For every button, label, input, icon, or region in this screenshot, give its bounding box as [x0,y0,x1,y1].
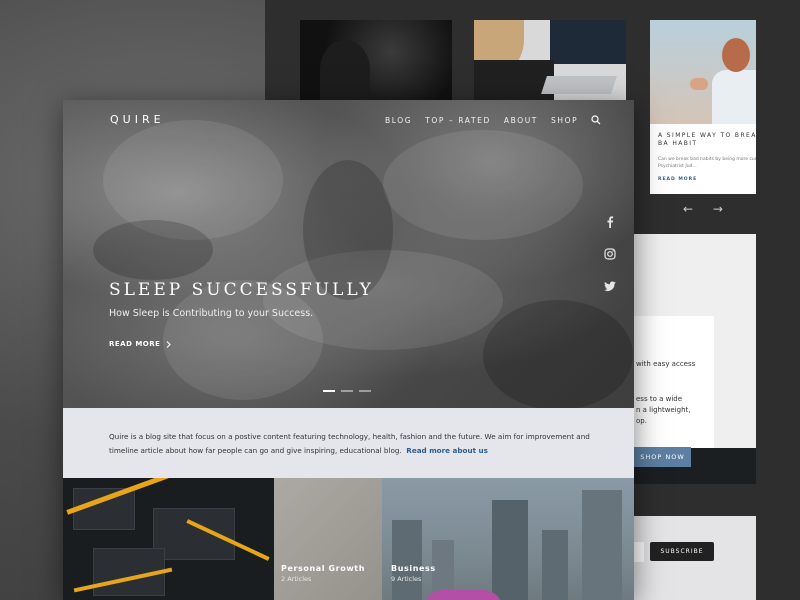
arrow-right-icon[interactable]: → [713,202,723,216]
nav-item-about[interactable]: ABOUT [504,116,538,125]
search-icon[interactable] [591,115,601,125]
tile-building [492,500,528,600]
about-link[interactable]: Read more about us [406,446,488,455]
category-tile-technology[interactable] [63,478,274,600]
site-logo[interactable]: QUIRE [110,113,165,126]
category-count-business: 9 Articles [391,575,422,583]
shade [483,300,633,410]
thumbnail-shirt [474,60,554,100]
tile-building [392,520,422,600]
side-article-title: A SIMPLE WAY TO BREAK A BA HABIT [658,132,756,147]
category-tile-personal-growth[interactable]: Personal Growth 2 Articles [274,478,382,600]
hero-title: SLEEP SUCCESSFULLY [109,280,374,300]
shop-text-line-4: op. [636,417,647,425]
nav-item-blog[interactable]: BLOG [385,116,412,125]
category-tile-business[interactable]: Business 9 Articles [382,478,634,600]
thumbnail-figure [320,40,370,100]
main-page-mockup: QUIRE BLOG TOP – RATED ABOUT SHOP SLEEP … [63,100,634,600]
subscribe-email-input[interactable] [634,542,644,562]
fold [383,130,583,240]
facebook-icon[interactable] [603,215,617,229]
img-body [712,70,756,124]
img-hand [690,78,708,90]
flower-image-edge [423,590,503,600]
slide-dot-1[interactable] [323,390,335,392]
hero-read-more-label: READ MORE [109,340,161,348]
hero-subtitle: How Sleep is Contributing to your Succes… [109,308,314,319]
shop-now-button[interactable]: SHOP NOW [634,447,691,467]
about-paragraph: Quire is a blog site that focus on a pos… [109,430,599,458]
twitter-icon[interactable] [603,279,617,293]
hero-read-more-link[interactable]: READ MORE [109,340,172,348]
shop-text-line-1: with easy access [636,360,696,368]
instagram-icon[interactable] [603,247,617,261]
tile-chip [153,508,235,560]
tile-building [542,530,568,600]
nav-item-shop[interactable]: SHOP [551,116,578,125]
side-article-image [650,20,756,124]
thumbnail-keyboard [541,76,617,94]
arrow-left-icon[interactable]: ← [683,202,693,216]
img-head [722,38,750,72]
side-article-card[interactable]: A SIMPLE WAY TO BREAK A BA HABIT Can we … [650,20,756,194]
category-name-personal-growth: Personal Growth [281,564,366,573]
shade [93,220,213,280]
side-article-excerpt: Can we break bad habits by being more cu… [658,157,756,169]
slide-dot-2[interactable] [341,390,353,392]
shade [303,160,393,300]
main-nav: BLOG TOP – RATED ABOUT SHOP [385,115,601,125]
tile-building [582,490,622,600]
thumbnail-monitor [550,20,626,64]
subscribe-button[interactable]: SUBSCRIBE [650,542,714,561]
carousel-arrows: ← → [683,202,739,216]
about-text: Quire is a blog site that focus on a pos… [109,432,590,455]
hero-banner: QUIRE BLOG TOP – RATED ABOUT SHOP SLEEP … [63,100,634,410]
about-section: Quire is a blog site that focus on a pos… [63,408,634,478]
category-count-personal-growth: 2 Articles [281,575,312,583]
thumbnail-woman-computer[interactable] [474,20,626,100]
category-tiles: Personal Growth 2 Articles Business 9 Ar… [63,478,634,600]
slide-dot-3[interactable] [359,390,371,392]
slide-indicators [323,390,371,392]
chevron-right-icon [167,340,172,348]
nav-item-top-rated[interactable]: TOP – RATED [425,116,491,125]
thumbnail-stressed-person[interactable] [300,20,452,100]
category-name-business: Business [391,564,436,573]
side-article-read-more[interactable]: READ MORE [658,177,697,182]
